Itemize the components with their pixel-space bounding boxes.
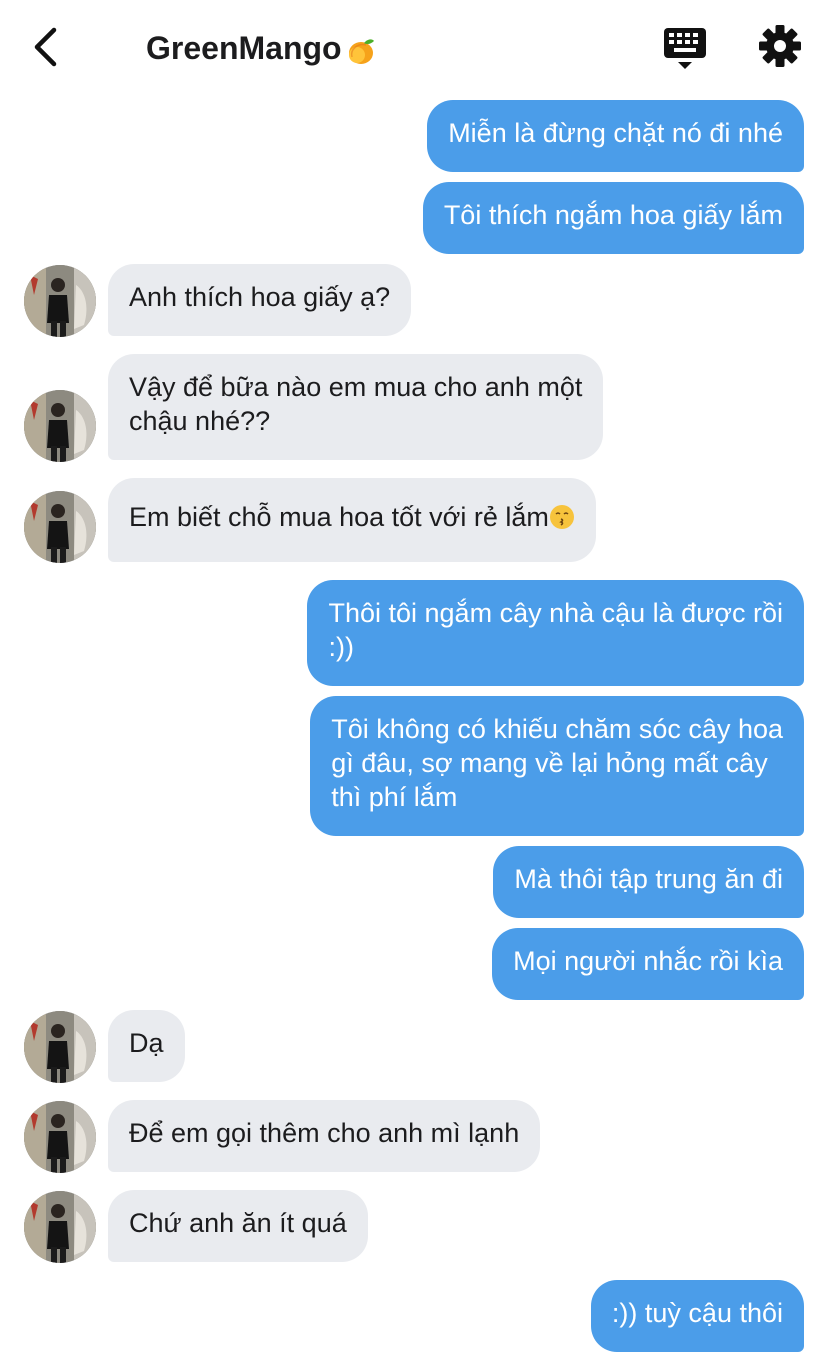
contact-name: GreenMango <box>146 30 342 66</box>
chat-header: GreenMango <box>0 0 828 96</box>
mango-emoji <box>348 38 374 64</box>
avatar-photo <box>24 390 96 462</box>
outgoing-message[interactable]: Miễn là đừng chặt nó đi nhé <box>427 100 804 172</box>
gear-icon <box>759 25 801 67</box>
outgoing-message[interactable]: Tôi thích ngắm hoa giấy lắm <box>422 182 804 254</box>
incoming-message[interactable]: Chứ anh ăn ít quá <box>108 1190 368 1262</box>
contact-avatar[interactable] <box>24 1101 96 1173</box>
chevron-left-icon <box>34 27 57 67</box>
back-button[interactable] <box>22 24 68 70</box>
outgoing-message[interactable]: Thôi tôi ngắm cây nhà cậu là được rồi :)… <box>307 580 804 686</box>
keyboard-icon <box>664 28 706 69</box>
message-text: Em biết chỗ mua hoa tốt với rẻ lắm <box>129 502 549 532</box>
contact-avatar[interactable] <box>24 491 96 563</box>
kissing-face-emoji <box>549 505 574 529</box>
avatar-photo <box>24 491 96 563</box>
outgoing-message[interactable]: Tôi không có khiếu chăm sóc cây hoa gì đ… <box>310 696 804 836</box>
contact-avatar[interactable] <box>24 1191 96 1263</box>
outgoing-message[interactable]: Mọi người nhắc rồi kìa <box>492 928 804 1000</box>
incoming-message[interactable]: Để em gọi thêm cho anh mì lạnh <box>108 1100 541 1172</box>
contact-avatar[interactable] <box>24 265 96 337</box>
contact-avatar[interactable] <box>24 390 96 462</box>
incoming-message[interactable]: Dạ <box>108 1010 185 1082</box>
incoming-message[interactable]: Anh thích hoa giấy ạ? <box>108 264 412 336</box>
chat-title: GreenMango <box>146 28 376 68</box>
avatar-photo <box>24 1101 96 1173</box>
contact-avatar[interactable] <box>24 1011 96 1083</box>
settings-button[interactable] <box>756 22 804 70</box>
incoming-message[interactable]: Em biết chỗ mua hoa tốt với rẻ lắm <box>108 478 596 562</box>
avatar-photo <box>24 1011 96 1083</box>
outgoing-message[interactable]: :)) tuỳ cậu thôi <box>590 1280 804 1352</box>
incoming-message[interactable]: Vậy để bữa nào em mua cho anh một chậu n… <box>108 354 604 460</box>
avatar-photo <box>24 1191 96 1263</box>
keyboard-button[interactable] <box>660 24 710 72</box>
avatar-photo <box>24 265 96 337</box>
outgoing-message[interactable]: Mà thôi tập trung ăn đi <box>493 846 804 918</box>
